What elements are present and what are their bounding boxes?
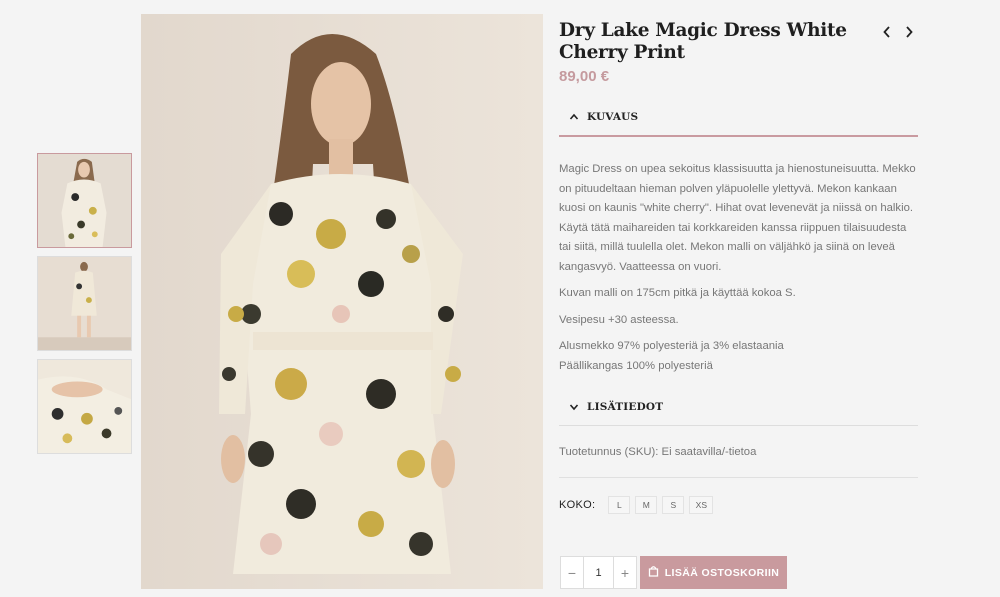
description-paragraph: Alusmekko 97% polyesteriä ja 3% elastaan… <box>559 340 784 352</box>
description-paragraph: Vesipesu +30 asteessa. <box>559 313 679 326</box>
tab-additional-info-label: LISÄTIEDOT <box>587 400 664 413</box>
chevron-left-icon[interactable] <box>881 25 893 39</box>
product-description: Magic Dress on upea sekoitus klassisuutt… <box>559 160 921 383</box>
quantity-input[interactable]: 1 <box>583 557 614 588</box>
size-option-xs[interactable]: XS <box>689 496 714 514</box>
shopping-bag-icon <box>648 565 659 580</box>
description-paragraph: Magic Dress on upea sekoitus klassisuutt… <box>559 163 916 273</box>
size-option-l[interactable]: L <box>608 496 631 514</box>
product-info: Dry Lake Magic Dress White Cherry Print … <box>559 20 919 85</box>
chevron-down-icon <box>569 402 579 412</box>
chevron-up-icon <box>569 112 579 122</box>
size-option-s[interactable]: S <box>662 496 685 514</box>
thumbnail-front[interactable] <box>37 153 132 248</box>
quantity-stepper: − 1 + <box>560 556 637 589</box>
product-title: Dry Lake Magic Dress White Cherry Print <box>559 20 847 63</box>
quantity-increase-button[interactable]: + <box>614 557 636 588</box>
size-selector: KOKO: L M S XS <box>559 496 714 514</box>
product-price: 89,00 € <box>559 68 610 85</box>
product-navigation <box>881 25 915 39</box>
quantity-decrease-button[interactable]: − <box>561 557 583 588</box>
thumbnail-full-body[interactable] <box>37 256 132 351</box>
divider <box>559 477 918 478</box>
add-to-cart-label: LISÄÄ OSTOSKORIIN <box>664 566 780 579</box>
product-main-image[interactable] <box>141 14 543 589</box>
size-label: KOKO: <box>559 499 596 511</box>
add-to-cart-button[interactable]: LISÄÄ OSTOSKORIIN <box>640 556 787 589</box>
size-option-m[interactable]: M <box>635 496 658 514</box>
tab-description[interactable]: KUVAUS <box>559 99 918 137</box>
sku-text: Tuotetunnus (SKU): Ei saatavilla/-tietoa <box>559 446 757 458</box>
tab-description-label: KUVAUS <box>587 111 639 123</box>
description-paragraph: Päällikangas 100% polyesteriä <box>559 359 713 372</box>
description-paragraph: Kuvan malli on 175cm pitkä ja käyttää ko… <box>559 287 796 299</box>
tab-additional-info[interactable]: LISÄTIEDOT <box>559 388 918 426</box>
thumbnail-sleeve-detail[interactable] <box>37 359 132 454</box>
chevron-right-icon[interactable] <box>903 25 915 39</box>
thumbnail-gallery <box>37 153 132 462</box>
